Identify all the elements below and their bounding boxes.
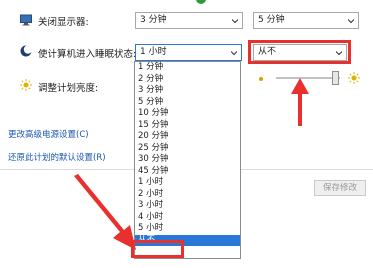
display-off-plugged-value: 5 分钟 <box>258 15 285 25</box>
brightness-slider-thumb[interactable] <box>332 71 339 85</box>
display-off-battery-select[interactable]: 3 分钟 <box>135 12 243 29</box>
dropdown-option[interactable]: 45 分钟 <box>135 166 240 178</box>
sleep-battery-select[interactable]: 1 小时 <box>135 44 242 61</box>
sun-icon <box>20 79 32 91</box>
dropdown-option[interactable]: 5 分钟 <box>135 97 240 109</box>
display-off-label: 关闭显示器: <box>38 17 89 28</box>
sun-small-icon <box>259 77 263 81</box>
dropdown-option[interactable]: 2 小时 <box>135 189 240 201</box>
annotation-highlight-box <box>248 40 351 64</box>
annotation-arrow-up <box>291 78 309 126</box>
annotation-arrow-diagonal <box>74 174 136 250</box>
dropdown-option[interactable]: 5 小时 <box>135 223 240 235</box>
dropdown-option[interactable]: 1 分钟 <box>135 62 240 74</box>
sleep-dropdown-list[interactable]: 1 分钟 2 分钟 3 分钟 5 分钟 10 分钟 15 分钟 20 分钟 25 分钟 30 分… <box>134 61 241 259</box>
dropdown-option[interactable]: 25 分钟 <box>135 143 240 155</box>
restore-defaults-link[interactable]: 还原此计划的默认设置(R) <box>8 151 106 163</box>
sun-large-icon <box>348 72 360 84</box>
dropdown-option[interactable]: 2 分钟 <box>135 74 240 86</box>
dropdown-option[interactable]: 3 分钟 <box>135 85 240 97</box>
advanced-settings-link[interactable]: 更改高级电源设置(C) <box>8 128 89 140</box>
dropdown-option[interactable]: 4 小时 <box>135 212 240 224</box>
green-status-icon <box>196 0 206 4</box>
display-off-plugged-select[interactable]: 5 分钟 <box>253 12 359 29</box>
dropdown-option[interactable]: 15 分钟 <box>135 120 240 132</box>
display-off-battery-value: 3 分钟 <box>140 15 167 25</box>
dropdown-option[interactable]: 30 分钟 <box>135 154 240 166</box>
dropdown-option[interactable]: 3 小时 <box>135 200 240 212</box>
dropdown-option[interactable]: 20 分钟 <box>135 131 240 143</box>
chevron-down-icon <box>231 51 237 56</box>
dropdown-option[interactable]: 10 分钟 <box>135 108 240 120</box>
chevron-down-icon <box>348 19 354 24</box>
dropdown-option[interactable]: 1 小时 <box>135 177 240 189</box>
sleep-label: 使计算机进入睡眠状态: <box>38 49 137 60</box>
save-changes-button[interactable]: 保存修改 <box>314 180 366 196</box>
brightness-label: 调整计划亮度: <box>38 83 99 94</box>
chevron-down-icon <box>232 19 238 24</box>
moon-icon <box>20 45 32 57</box>
monitor-icon <box>20 14 32 26</box>
sleep-battery-value: 1 小时 <box>140 47 167 57</box>
